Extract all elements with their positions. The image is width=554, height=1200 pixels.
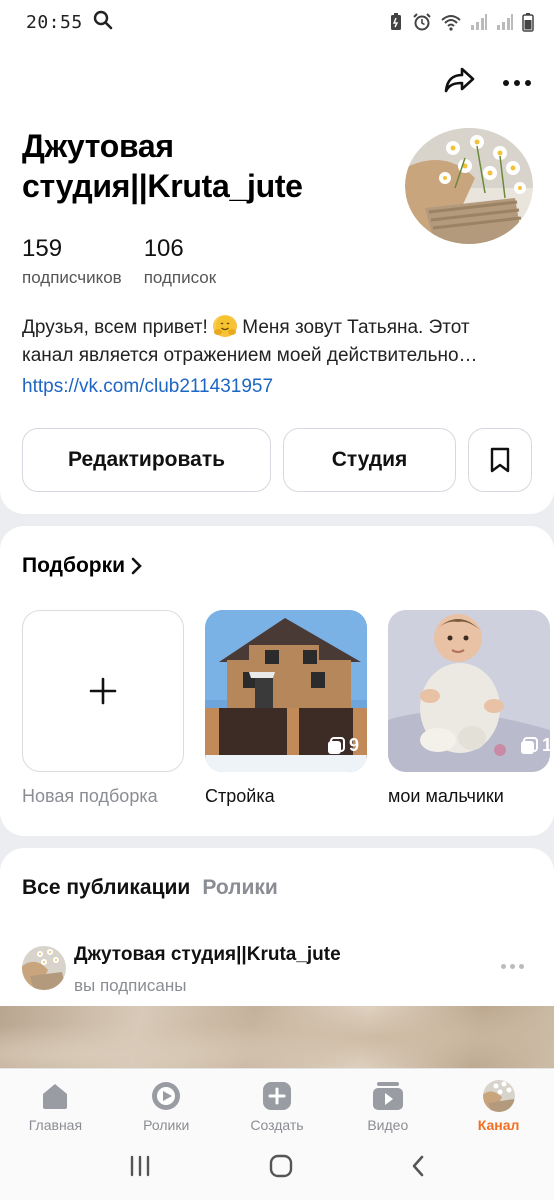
bookmark-button[interactable]: [468, 428, 532, 492]
battery-icon: [522, 13, 534, 32]
recent-apps-icon[interactable]: [128, 1155, 152, 1182]
home-button-icon[interactable]: [268, 1153, 294, 1184]
post-author-avatar[interactable]: [22, 946, 66, 990]
more-icon[interactable]: [502, 74, 532, 92]
stats: 159 подписчиков 106 подписок: [22, 234, 216, 292]
status-bar: 20:55: [0, 0, 554, 44]
nav-reels[interactable]: Ролики: [111, 1069, 222, 1136]
nav-create[interactable]: Создать: [222, 1069, 333, 1136]
tab-all-publications[interactable]: Все публикации: [22, 876, 190, 900]
video-icon: [371, 1079, 405, 1113]
hugging-face-emoji-icon: [213, 315, 238, 337]
collections-header[interactable]: Подборки: [22, 554, 143, 578]
description-text-b: Меня зовут Татьяна. Этот: [242, 317, 470, 338]
nav-reels-label: Ролики: [143, 1117, 190, 1133]
profile-card: Джутовая студия||Kruta_jute 159 подписчи…: [0, 44, 554, 514]
reels-icon: [149, 1079, 183, 1113]
signal-icon: [471, 14, 487, 30]
collection-label: мои мальчики: [388, 786, 504, 806]
collection-cover[interactable]: 1: [388, 610, 550, 772]
wifi-icon: [441, 15, 461, 31]
share-icon[interactable]: [444, 66, 476, 99]
chevron-right-icon: [131, 557, 142, 575]
nav-channel[interactable]: Канал: [443, 1069, 554, 1136]
search-icon: [93, 10, 113, 35]
create-icon: [260, 1079, 294, 1113]
new-collection-tile[interactable]: [22, 610, 184, 772]
system-nav-bar: [0, 1136, 554, 1200]
status-time: 20:55: [26, 11, 83, 33]
post-author-name[interactable]: Джутовая студия||Kruta_jute: [74, 944, 341, 966]
signal-2-icon: [497, 14, 513, 30]
home-icon: [38, 1079, 72, 1113]
post-subscription-status: вы подписаны: [74, 976, 187, 995]
collection-cover[interactable]: 9: [205, 610, 367, 772]
post-more-icon[interactable]: [501, 964, 524, 969]
alarm-icon: [413, 13, 431, 31]
collections-title: Подборки: [22, 554, 126, 577]
nav-video[interactable]: Видео: [332, 1069, 443, 1136]
photos-icon: [327, 736, 345, 754]
status-icons: [388, 12, 534, 32]
nav-home-label: Главная: [28, 1117, 83, 1133]
photos-icon: [520, 736, 538, 754]
description-line-2: канал является отражением моей действите…: [22, 345, 478, 366]
plus-icon: [89, 677, 117, 705]
followers-label: подписчиков: [22, 268, 122, 287]
collection-count-value: 9: [348, 735, 359, 755]
nav-create-label: Создать: [250, 1117, 304, 1133]
collection-label: Стройка: [205, 786, 275, 806]
collection-item[interactable]: 9 Стройка: [205, 610, 367, 807]
new-collection-item[interactable]: Новая подборка: [22, 610, 184, 807]
channel-name: Джутовая студия||Kruta_jute: [22, 128, 303, 204]
following-count: 106: [143, 235, 184, 262]
publication-tabs: Все публикации Ролики: [22, 876, 278, 900]
nav-channel-label: Канал: [477, 1117, 520, 1133]
followers-stat[interactable]: 159 подписчиков: [22, 234, 122, 292]
battery-saver-icon: [391, 13, 401, 30]
top-actions: [444, 66, 532, 99]
edit-button[interactable]: Редактировать: [22, 428, 271, 492]
bookmark-icon: [490, 447, 510, 473]
nav-video-label: Видео: [367, 1117, 409, 1133]
collection-item[interactable]: 1 мои мальчики: [388, 610, 550, 807]
collection-count-value: 1: [541, 735, 550, 755]
channel-avatar-icon: [482, 1079, 516, 1113]
collection-count: 9: [327, 735, 359, 756]
channel-description[interactable]: Друзья, всем привет! Меня зовут Татьяна.…: [22, 314, 532, 370]
bottom-nav: Главная Ролики Создать Видео Канал: [0, 1068, 554, 1136]
back-icon[interactable]: [410, 1154, 426, 1183]
channel-avatar[interactable]: [405, 128, 533, 244]
description-text-a: Друзья, всем привет!: [22, 317, 208, 338]
following-label: подписок: [143, 268, 217, 287]
collection-count: 1: [520, 735, 550, 756]
collections-card: Подборки Новая подборка 9 Стройка 1 мои …: [0, 526, 554, 836]
studio-button[interactable]: Студия: [283, 428, 456, 492]
tab-reels[interactable]: Ролики: [202, 876, 277, 900]
description-line-1: Друзья, всем привет! Меня зовут Татьяна.…: [22, 314, 532, 342]
followers-count: 159: [22, 235, 63, 262]
channel-link[interactable]: https://vk.com/club211431957: [22, 376, 273, 398]
nav-home[interactable]: Главная: [0, 1069, 111, 1136]
following-stat[interactable]: 106 подписок: [144, 234, 217, 292]
new-collection-label: Новая подборка: [22, 786, 158, 806]
